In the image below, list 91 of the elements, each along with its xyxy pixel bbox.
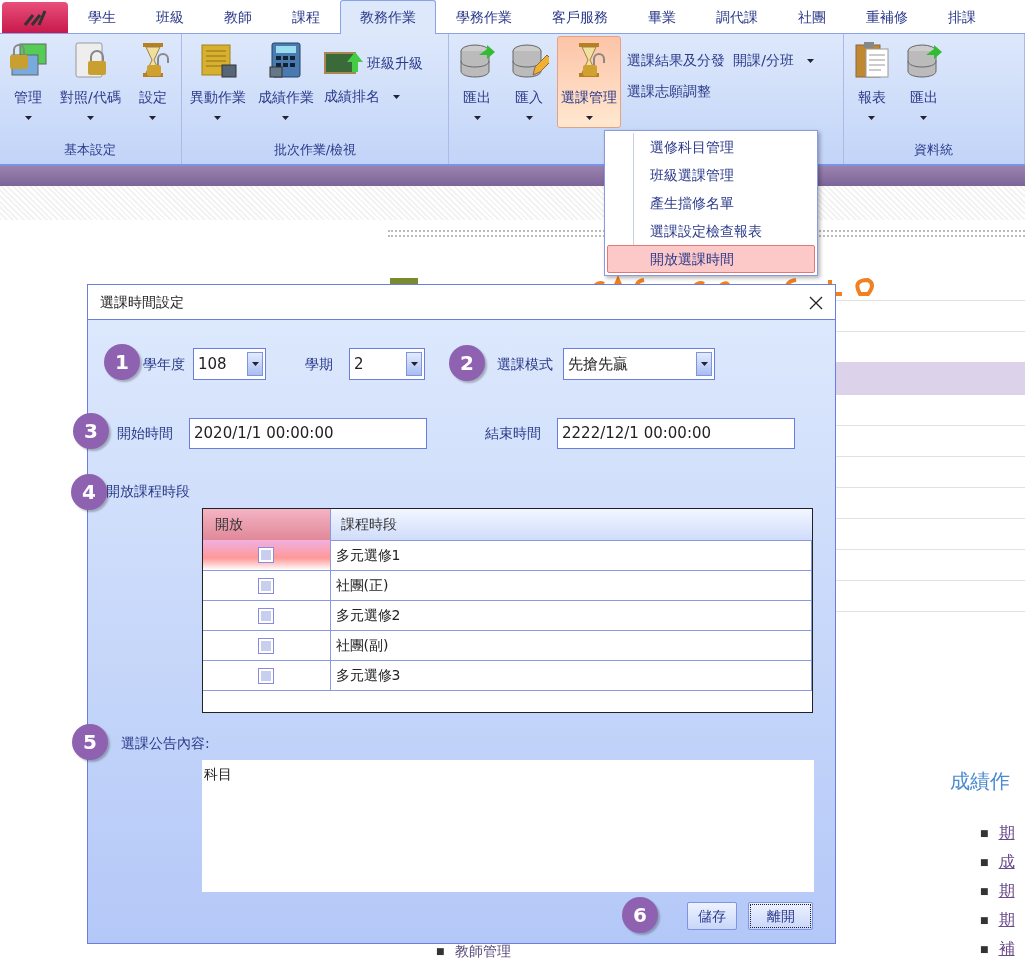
page-link[interactable]: 補 <box>998 939 1015 958</box>
ribbon-button[interactable]: 匯出 <box>899 36 948 128</box>
close-icon <box>809 295 823 310</box>
step-number-marker: 1 <box>104 344 140 380</box>
list-item: 教師管理 <box>454 943 511 959</box>
checkbox[interactable] <box>258 667 275 684</box>
field-label: 開始時間 <box>117 424 173 443</box>
ribbon-button[interactable]: 班級升級 <box>321 50 425 76</box>
ribbon-button[interactable]: 成績排名 <box>321 86 425 107</box>
ribbon-tab[interactable]: 畢業 <box>628 0 696 33</box>
menu-item[interactable]: 選修科目管理 <box>607 133 815 161</box>
table-cell: 多元選修3 <box>330 660 812 690</box>
ribbon-button[interactable]: 設定 <box>128 36 177 128</box>
ribbon-button[interactable]: 報表 <box>847 36 896 128</box>
save-button[interactable]: 儲存 <box>687 902 737 930</box>
bullet-mark: ■ <box>980 943 989 954</box>
group-label: 批次作業/檢視 <box>272 141 358 159</box>
dialog-title: 選課時間設定 <box>100 292 184 312</box>
ribbon-tab[interactable]: 教務作業 <box>340 0 436 34</box>
mode-select[interactable]: 先搶先贏 <box>563 348 715 380</box>
ribbon-button[interactable]: 異動作業 <box>185 36 250 128</box>
notice-textarea[interactable]: 科目 <box>202 760 814 892</box>
ribbon-tab[interactable]: 客戶服務 <box>532 0 628 33</box>
column-header[interactable]: 開放 <box>203 509 330 540</box>
menu-item[interactable]: 產生擋修名單 <box>607 189 815 217</box>
bullet-mark: ■ <box>980 856 989 867</box>
ribbon-button[interactable]: 選課結果及分發 <box>625 50 728 71</box>
lock-monitor-icon <box>8 41 48 79</box>
ribbon-button[interactable]: 匯入 <box>505 36 554 128</box>
ribbon-button[interactable]: 匯出 <box>453 36 502 128</box>
ribbon-tab[interactable]: 學務作業 <box>436 0 532 33</box>
ribbon-tab[interactable]: 學生 <box>68 0 136 33</box>
table-cell: 社團(副) <box>330 630 812 660</box>
end-time-field[interactable]: 2222/12/1 00:00:00 <box>557 418 795 449</box>
ribbon-button[interactable]: 選課管理 <box>557 36 622 128</box>
bullet-mark: ■ <box>980 885 989 896</box>
semester-select[interactable]: 2 <box>349 348 425 380</box>
page-link[interactable]: 期 <box>998 823 1015 842</box>
table-cell: 多元選修1 <box>330 540 812 570</box>
step-number-marker: 6 <box>622 897 658 933</box>
logo-icon <box>23 9 47 26</box>
dropdown-arrow-icon <box>251 362 259 366</box>
field-label: 學期 <box>305 354 333 374</box>
checkbox[interactable] <box>258 577 275 594</box>
ribbon-tab[interactable]: 調代課 <box>696 0 778 33</box>
field-label: 學年度 <box>143 354 185 374</box>
field-label: 結束時間 <box>485 424 541 443</box>
page-link[interactable]: 期 <box>998 881 1015 900</box>
leave-button[interactable]: 離開 <box>748 902 813 930</box>
ribbon-tab[interactable]: 排課 <box>928 0 996 33</box>
step-number-marker: 5 <box>72 724 108 760</box>
ribbon-button[interactable]: 成績作業 <box>253 36 318 128</box>
column-header[interactable]: 課程時段 <box>330 509 812 540</box>
checkbox[interactable] <box>258 607 275 624</box>
step-number-marker: 2 <box>449 345 485 381</box>
bullet-mark: ■ <box>980 827 989 838</box>
dropdown-arrow-icon <box>410 362 418 366</box>
step-number-marker: 3 <box>73 413 109 449</box>
app-menu-button[interactable] <box>2 2 68 33</box>
ribbon-button[interactable]: 對照/代碼 <box>56 36 125 128</box>
field-label: 選課公告內容: <box>121 734 210 753</box>
database-pencil-icon <box>509 41 550 79</box>
checkbox[interactable] <box>258 547 275 564</box>
ribbon-button[interactable]: 選課志願調整 <box>625 81 728 102</box>
ribbon-tab[interactable]: 班級 <box>136 0 204 33</box>
bullet-mark: ■ <box>980 914 989 925</box>
page-link[interactable]: 成 <box>998 852 1015 871</box>
section-heading: 成績作 <box>950 768 1010 795</box>
field-label: 開放課程時段 <box>106 482 190 501</box>
chalkboard-arrow-icon <box>323 50 364 76</box>
menu-item[interactable]: 班級選課管理 <box>607 161 815 189</box>
ribbon-tab[interactable]: 教師 <box>204 0 272 33</box>
school-year-select[interactable]: 108 <box>193 348 266 380</box>
table-cell: 多元選修2 <box>330 600 812 630</box>
dropdown-arrow-icon <box>700 362 708 366</box>
field-label: 選課模式 <box>497 354 553 374</box>
ribbon-tab[interactable]: 重補修 <box>846 0 928 33</box>
ribbon-button[interactable]: 開課/分班 <box>731 50 816 71</box>
ribbon-button[interactable]: 管理 <box>4 36 52 128</box>
ribbon-tab[interactable]: 課程 <box>272 0 340 33</box>
step-number-marker: 4 <box>71 474 107 510</box>
checkbox[interactable] <box>258 637 275 654</box>
menu-item[interactable]: 開放選課時間 <box>607 245 815 273</box>
start-time-field[interactable]: 2020/1/1 00:00:00 <box>189 418 427 449</box>
group-label: 基本設定 <box>63 141 118 159</box>
group-label: 資料統 <box>913 141 955 159</box>
page-link[interactable]: 期 <box>998 910 1015 929</box>
table-cell: 社團(正) <box>330 570 812 600</box>
ribbon-tab[interactable]: 社團 <box>778 0 846 33</box>
bullet-mark: ■ <box>436 946 445 956</box>
menu-item[interactable]: 選課設定檢查報表 <box>607 217 815 245</box>
